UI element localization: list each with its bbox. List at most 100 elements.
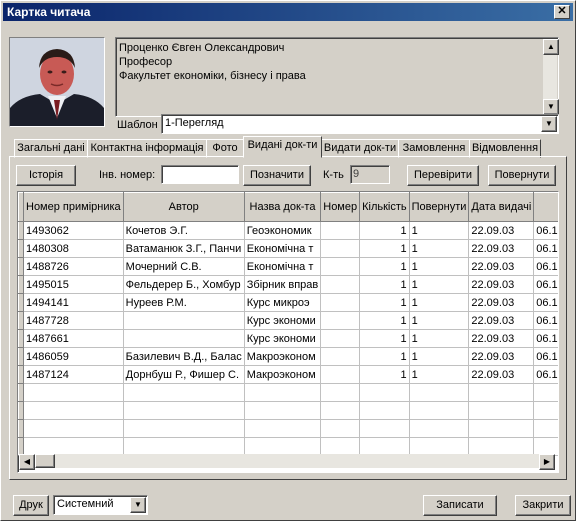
info-scrollbar[interactable]: ▲ ▼ — [543, 39, 559, 115]
cell-quantity: 1 — [359, 365, 410, 384]
mark-button[interactable]: Позначити — [243, 165, 311, 186]
inv-number-label: Інв. номер: — [99, 169, 156, 181]
col-header-quantity[interactable]: Кількість — [359, 192, 410, 222]
cell-issue-date: 22.09.03 — [468, 257, 535, 276]
cell-return: 1 — [409, 347, 470, 366]
cell-title: Геоэкономик — [244, 221, 322, 240]
cell-extra: 06.10 — [533, 239, 558, 258]
cell-author: Ватаманюк З.Г., Панчи — [123, 239, 245, 258]
col-header-extra[interactable] — [533, 192, 558, 222]
table-row[interactable]: 1493062 Кочетов Э.Г. Геоэкономик 1 1 22.09.03… — [18, 221, 558, 240]
cell-quantity: 1 — [359, 221, 410, 240]
scroll-up-icon[interactable]: ▲ — [543, 39, 559, 55]
template-select[interactable]: 1-Перегляд ▼ — [161, 114, 559, 134]
close-button[interactable]: Закрити — [515, 495, 571, 516]
cell-author — [123, 329, 245, 348]
grid-horizontal-scrollbar[interactable]: ◀ ▶ — [19, 454, 555, 470]
cell-number — [320, 401, 361, 420]
reader-faculty: Факультет економіки, бізнесу і права — [119, 70, 306, 82]
table-row[interactable]: 1486059 Базилевич В.Д., Балас Макроэконом 1… — [18, 347, 558, 366]
cell-issue-date — [468, 419, 535, 438]
cell-author: Дорнбуш Р., Фишер С. — [123, 365, 245, 384]
cell-title: Курс микроэ — [244, 293, 322, 312]
history-button[interactable]: Історія — [16, 165, 76, 186]
cell-copy-number: 1487728 — [23, 311, 124, 330]
table-row[interactable]: 1495015 Фельдерер Б., Хомбур Збірник вправ… — [18, 275, 558, 294]
table-row[interactable]: 1487661Курс экономи1122.09.0306.10 — [18, 329, 558, 348]
table-row[interactable] — [18, 401, 558, 420]
cell-extra: 06.10 — [533, 329, 558, 348]
check-button[interactable]: Перевірити — [407, 165, 479, 186]
cell-copy-number: 1480308 — [23, 239, 124, 258]
chevron-down-icon[interactable]: ▼ — [541, 116, 557, 132]
table-row[interactable]: 1480308 Ватаманюк З.Г., Панчи Економічна т… — [18, 239, 558, 258]
cell-return: 1 — [409, 329, 470, 348]
inv-number-input[interactable] — [161, 165, 239, 184]
reader-portrait-image — [10, 38, 104, 126]
reader-name: Проценко Євген Олександрович — [119, 42, 285, 54]
title-bar[interactable]: Картка читача ✕ — [3, 3, 573, 21]
table-row[interactable] — [18, 383, 558, 402]
table-row[interactable] — [18, 437, 558, 456]
cell-title — [244, 401, 322, 420]
reader-info-box: Проценко Євген Олександрович Професор Фа… — [115, 37, 559, 117]
col-header-issue-date[interactable]: Дата видачі — [468, 192, 535, 222]
cell-title — [244, 437, 322, 456]
table-row[interactable]: 1487124 Дорнбуш Р., Фишер С. Макроэконом 1 1… — [18, 365, 558, 384]
scroll-down-icon[interactable]: ▼ — [543, 99, 559, 115]
cell-author — [123, 383, 245, 402]
cell-issue-date: 22.09.03 — [468, 275, 535, 294]
cell-copy-number: 1488726 — [23, 257, 124, 276]
scroll-right-icon[interactable]: ▶ — [539, 454, 555, 470]
cell-number — [320, 437, 361, 456]
table-row[interactable]: 1494141 Нуреев Р.М. Курс микроэ 1 1 22.09.03 0… — [18, 293, 558, 312]
cell-quantity — [359, 437, 410, 456]
cell-issue-date: 22.09.03 — [468, 329, 535, 348]
cell-number — [320, 383, 361, 402]
scroll-thumb[interactable] — [35, 454, 55, 468]
print-mode-value: Системний — [57, 498, 114, 510]
issued-docs-grid[interactable]: Номер примірника Автор Назва док-та Номе… — [17, 191, 559, 473]
close-window-button[interactable]: ✕ — [554, 5, 570, 19]
cell-extra: 06.10 — [533, 365, 558, 384]
cell-number — [320, 275, 361, 294]
cell-quantity — [359, 401, 410, 420]
cell-author — [123, 401, 245, 420]
table-row[interactable] — [18, 419, 558, 438]
col-header-copy-number[interactable]: Номер примірника — [23, 192, 124, 222]
cell-author: Мочерний С.В. — [123, 257, 245, 276]
print-mode-select[interactable]: Системний ▼ — [53, 495, 148, 515]
table-row[interactable]: 1487728Курс экономи1122.09.0306.10 — [18, 311, 558, 330]
table-row[interactable]: 1488726 Мочерний С.В. Економічна т 1 1 22.09.… — [18, 257, 558, 276]
count-value: 9 — [350, 165, 390, 184]
cell-extra: 06.10 — [533, 275, 558, 294]
cell-issue-date: 22.09.03 — [468, 239, 535, 258]
save-button[interactable]: Записати — [423, 495, 497, 516]
cell-issue-date: 22.09.03 — [468, 365, 535, 384]
cell-return: 1 — [409, 239, 470, 258]
chevron-down-icon[interactable]: ▼ — [130, 497, 146, 513]
cell-quantity: 1 — [359, 293, 410, 312]
cell-return: 1 — [409, 365, 470, 384]
cell-quantity: 1 — [359, 257, 410, 276]
col-header-title[interactable]: Назва док-та — [243, 192, 322, 222]
return-button[interactable]: Повернути — [488, 165, 556, 186]
scroll-left-icon[interactable]: ◀ — [19, 454, 35, 470]
cell-return — [409, 401, 470, 420]
cell-extra — [533, 437, 558, 456]
print-button[interactable]: Друк — [13, 495, 49, 516]
cell-title: Макроэконом — [244, 347, 322, 366]
cell-issue-date: 22.09.03 — [468, 347, 535, 366]
cell-number — [320, 221, 361, 240]
cell-copy-number — [23, 383, 124, 402]
col-header-number[interactable]: Номер — [320, 192, 361, 222]
col-header-return[interactable]: Повернути — [408, 192, 470, 222]
cell-return: 1 — [409, 221, 470, 240]
col-header-author[interactable]: Автор — [122, 192, 245, 222]
cell-extra — [533, 419, 558, 438]
cell-issue-date: 22.09.03 — [468, 221, 535, 240]
issued-docs-table: Номер примірника Автор Назва док-та Номе… — [18, 192, 558, 456]
tab-issued-docs[interactable]: Видані док-ти — [243, 136, 322, 158]
cell-copy-number: 1495015 — [23, 275, 124, 294]
cell-issue-date: 22.09.03 — [468, 293, 535, 312]
